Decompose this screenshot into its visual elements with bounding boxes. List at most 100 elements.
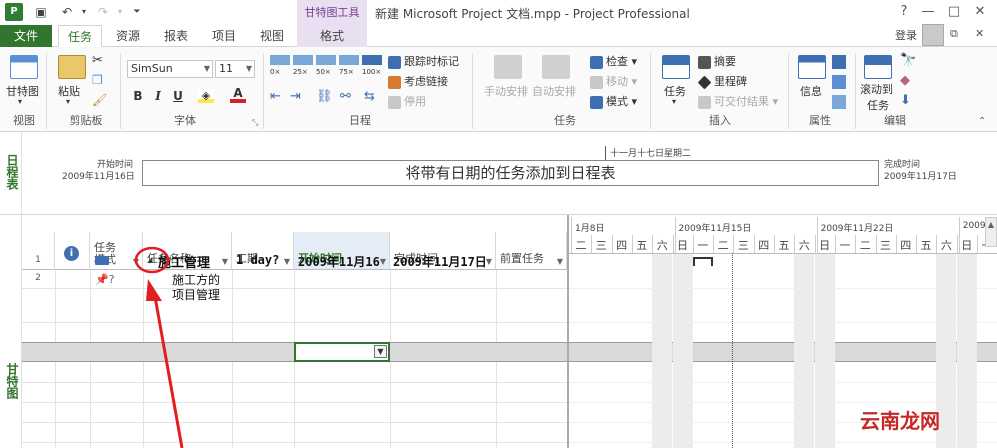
avatar[interactable]	[922, 24, 944, 46]
undo-icon[interactable]: ↶	[58, 4, 76, 20]
gantt-chart-button[interactable]: 甘特图	[6, 83, 39, 99]
tab-format[interactable]: 格式	[297, 25, 367, 47]
font-size-select[interactable]: 11 ▼	[215, 60, 255, 78]
scroll-to-task-button[interactable]: 滚动到 任务	[860, 81, 893, 113]
clear-icon[interactable]: ◆	[900, 73, 910, 88]
column-header-indicators[interactable]: i	[55, 232, 90, 270]
tab-view[interactable]: 视图	[250, 25, 294, 47]
link-tasks-icon[interactable]: ⛓	[316, 89, 333, 104]
notes-icon[interactable]	[832, 55, 846, 69]
close-document-icon[interactable]: ✕	[975, 27, 984, 40]
paste-dropdown-icon[interactable]: ▾	[66, 97, 70, 106]
italic-button[interactable]: I	[150, 88, 166, 104]
restore-button[interactable]: □	[943, 3, 965, 21]
percent-0-icon[interactable]	[270, 55, 290, 65]
properties-group-label: 属性	[809, 114, 831, 127]
row-number[interactable]: 2	[22, 273, 54, 283]
vertical-scrollbar[interactable]: ▲	[985, 217, 997, 247]
font-dialog-launcher-icon[interactable]: ⤡	[252, 118, 258, 128]
font-name-select[interactable]: SimSun ▼	[127, 60, 213, 78]
timescale-divider	[713, 235, 715, 253]
timescale-day-label: 一	[839, 239, 851, 252]
cell-dropdown-button[interactable]: ▼	[374, 345, 387, 358]
manually-schedule-button[interactable]: 手动安排	[484, 83, 528, 99]
format-painter-icon[interactable]: 🖌	[92, 93, 107, 107]
restore-ribbon-icon[interactable]: ⧉	[950, 27, 958, 41]
timescale-day-label: 四	[900, 239, 912, 252]
percent-75-icon[interactable]	[339, 55, 359, 65]
auto-schedule-button[interactable]: 自动安排	[532, 83, 576, 99]
summary-task-bar[interactable]	[693, 257, 713, 266]
tab-report[interactable]: 报表	[154, 25, 198, 47]
inactivate-button[interactable]: 停用	[388, 93, 426, 109]
row-number[interactable]: 1	[22, 255, 54, 265]
customize-qat-icon[interactable]: ⏷	[128, 4, 146, 20]
respect-links-button[interactable]: 考虑链接	[388, 73, 448, 89]
undo-dropdown-icon[interactable]: ▾	[75, 4, 93, 20]
duration-cell[interactable]: 1 day?	[236, 253, 279, 267]
minimize-button[interactable]: —	[917, 3, 939, 21]
grid-line	[22, 382, 567, 383]
timeline-side-tab[interactable]: 日程表	[0, 132, 22, 215]
divider	[263, 53, 264, 129]
save-icon[interactable]: ▣	[32, 4, 50, 20]
redo-icon[interactable]: ↷	[94, 4, 112, 20]
start-cell[interactable]: 2009年11月16	[298, 253, 390, 270]
tab-task[interactable]: 任务	[58, 25, 102, 47]
timeline-start-date: 2009年11月16日	[62, 172, 135, 182]
percent-100-icon[interactable]	[362, 55, 382, 65]
timeline-side-label: 日程表	[5, 154, 19, 190]
milestone-button[interactable]: 里程碑	[697, 73, 747, 89]
gantt-tools-context-label: 甘特图工具	[297, 0, 367, 25]
underline-button[interactable]: U	[170, 88, 186, 104]
move-label: 移动	[606, 75, 628, 88]
font-color-icon[interactable]: A	[230, 87, 246, 103]
timescale-divider	[875, 235, 877, 253]
project-app-icon[interactable]: P	[5, 3, 23, 21]
find-icon[interactable]: 🔭	[900, 53, 916, 68]
highlight-color-icon[interactable]: ◈	[198, 89, 214, 103]
summary-button[interactable]: 摘要	[698, 53, 736, 69]
copy-icon[interactable]: ❐	[92, 73, 103, 87]
mark-on-track-button[interactable]: 跟踪时标记	[388, 53, 459, 69]
deliverable-button[interactable]: 可交付结果 ▾	[698, 93, 778, 109]
percent-50-icon[interactable]	[316, 55, 336, 65]
outdent-icon[interactable]: ⇤	[270, 89, 281, 104]
timeline-bar[interactable]: 将带有日期的任务添加到日程表	[142, 160, 879, 186]
indent-icon[interactable]: ⇥	[290, 89, 301, 104]
gantt-chart-icon	[10, 55, 38, 79]
timeline-add-icon[interactable]	[832, 95, 846, 109]
redo-dropdown-icon[interactable]: ▾	[111, 4, 129, 20]
tab-resource[interactable]: 资源	[106, 25, 150, 47]
inspect-button[interactable]: 检查 ▾	[590, 53, 637, 69]
move-button[interactable]: 移动 ▾	[590, 73, 637, 89]
font-group-label: 字体	[174, 114, 196, 127]
chevron-down-icon[interactable]: ▼	[222, 257, 228, 266]
timescale-divider	[674, 217, 676, 253]
info-icon: i	[64, 246, 79, 261]
bold-button[interactable]: B	[130, 88, 146, 104]
mode-button[interactable]: 模式 ▾	[590, 93, 637, 109]
details-icon[interactable]	[832, 75, 846, 89]
help-button[interactable]: ?	[893, 3, 915, 21]
split-task-icon[interactable]: ⇆	[364, 89, 375, 104]
chevron-down-icon[interactable]: ▼	[557, 257, 563, 266]
gantt-side-tab[interactable]: 甘特图	[0, 215, 22, 448]
fill-icon[interactable]: ⬇	[900, 93, 911, 108]
divider	[46, 53, 47, 129]
insert-task-dropdown-icon[interactable]: ▾	[672, 97, 676, 106]
tab-file[interactable]: 文件	[0, 25, 52, 47]
unlink-tasks-icon[interactable]: ⚯	[340, 89, 351, 104]
information-button[interactable]: 信息	[800, 83, 822, 99]
collapse-ribbon-icon[interactable]: ⌃	[978, 116, 986, 127]
cut-icon[interactable]: ✂	[92, 53, 103, 68]
finish-cell[interactable]: 2009年11月17日	[393, 253, 495, 270]
gantt-dropdown-icon[interactable]: ▾	[18, 97, 22, 106]
close-button[interactable]: ✕	[969, 3, 991, 21]
timescale-day-label: 三	[737, 239, 749, 252]
chevron-down-icon[interactable]: ▼	[284, 257, 290, 266]
sign-in-link[interactable]: 登录	[895, 27, 917, 43]
percent-25-icon[interactable]	[293, 55, 313, 65]
tab-project[interactable]: 项目	[202, 25, 246, 47]
column-header-predecessors[interactable]: 前置任务 ▼	[496, 232, 567, 270]
